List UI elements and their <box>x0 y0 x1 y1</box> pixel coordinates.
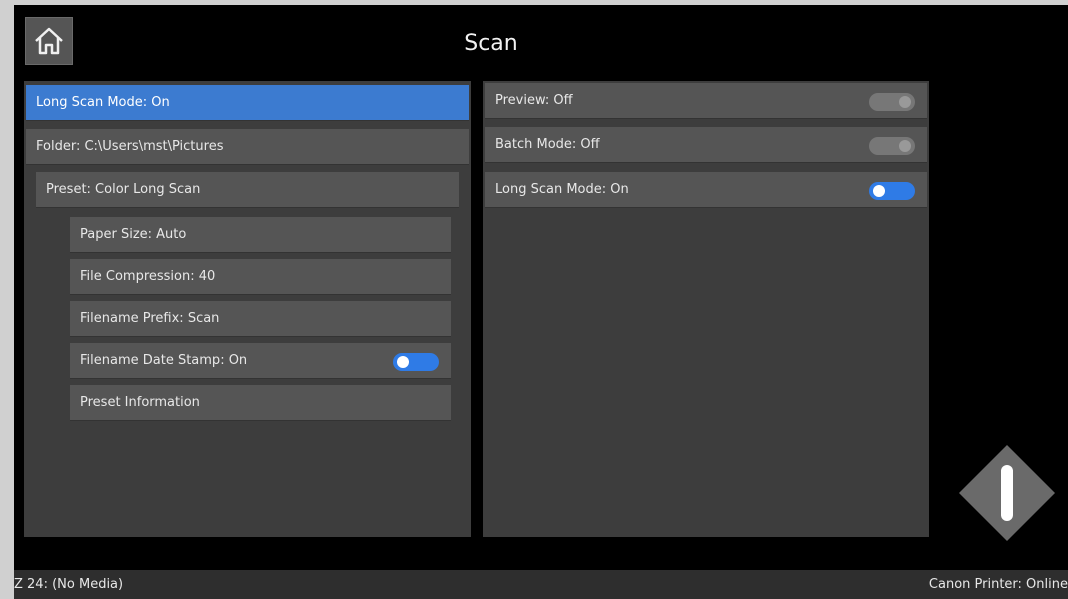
toggle-knob <box>899 96 911 108</box>
list-item-label: Batch Mode: Off <box>495 137 600 152</box>
list-item-label: Filename Date Stamp: On <box>80 353 248 368</box>
long-scan-mode-right-item[interactable]: Long Scan Mode: On <box>485 172 927 208</box>
list-item-label: Preset Information <box>80 395 200 410</box>
preset-item[interactable]: Preset: Color Long Scan <box>36 172 459 208</box>
filename-date-stamp-item[interactable]: Filename Date Stamp: On <box>70 343 451 379</box>
list-item-label: Paper Size: Auto <box>80 227 187 242</box>
printer-status: Canon Printer: Online <box>928 577 1068 592</box>
media-status: Z 24: (No Media) <box>14 577 124 592</box>
status-bar: Z 24: (No Media) Canon Printer: Online <box>14 570 1068 599</box>
list-item-label: Long Scan Mode: On <box>36 95 170 110</box>
long-scan-mode-toggle[interactable] <box>869 182 915 200</box>
batch-mode-item[interactable]: Batch Mode: Off <box>485 127 927 163</box>
long-scan-mode-item[interactable]: Long Scan Mode: On <box>26 85 469 121</box>
scan-start-icon <box>959 445 1055 541</box>
settings-panel-right: Preview: Off Batch Mode: Off Long Scan M… <box>483 81 929 537</box>
list-item-label: Filename Prefix: Scan <box>80 311 220 326</box>
paper-size-item[interactable]: Paper Size: Auto <box>70 217 451 253</box>
folder-item[interactable]: Folder: C:\Users\mst\Pictures <box>26 129 469 165</box>
toggle-knob <box>397 356 409 368</box>
date-stamp-toggle[interactable] <box>393 353 439 371</box>
list-item-label: Long Scan Mode: On <box>495 182 629 197</box>
preset-information-item[interactable]: Preset Information <box>70 385 451 421</box>
preview-item[interactable]: Preview: Off <box>485 83 927 119</box>
page-title: Scan <box>464 31 518 56</box>
filename-prefix-item[interactable]: Filename Prefix: Scan <box>70 301 451 337</box>
preview-toggle[interactable] <box>869 93 915 111</box>
list-item-label: Folder: C:\Users\mst\Pictures <box>36 139 224 154</box>
settings-panel-left: Long Scan Mode: On Folder: C:\Users\mst\… <box>24 81 471 537</box>
toggle-knob <box>873 185 885 197</box>
batch-mode-toggle[interactable] <box>869 137 915 155</box>
file-compression-item[interactable]: File Compression: 40 <box>70 259 451 295</box>
list-item-label: Preset: Color Long Scan <box>46 182 201 197</box>
toggle-knob <box>899 140 911 152</box>
scan-screen: Scan Long Scan Mode: On Folder: C:\Users… <box>14 5 1068 599</box>
list-item-label: Preview: Off <box>495 93 573 108</box>
scan-start-button[interactable] <box>959 445 1055 541</box>
list-item-label: File Compression: 40 <box>80 269 216 284</box>
